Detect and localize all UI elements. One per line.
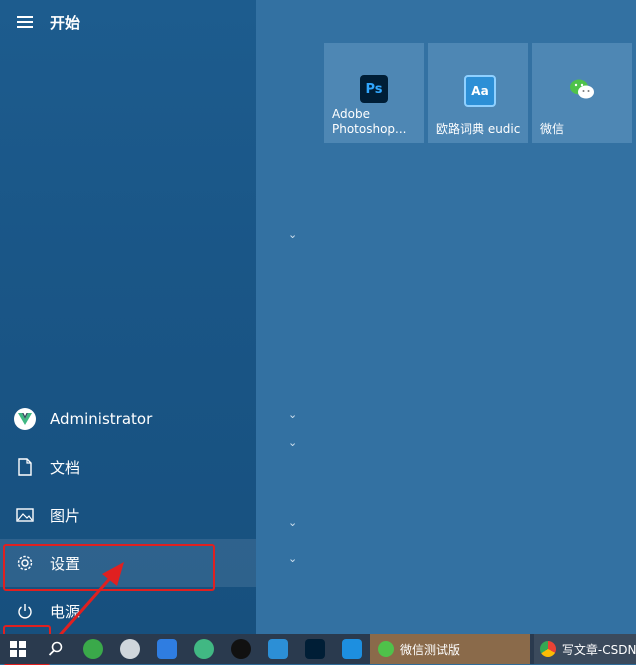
chevron-down-icon[interactable]: ⌄ <box>288 436 297 449</box>
app-taskbar-icon[interactable] <box>342 639 362 659</box>
settings-label: 设置 <box>50 554 81 573</box>
qq-icon[interactable] <box>231 639 251 659</box>
power-label: 电源 <box>50 602 81 621</box>
tile-label: 微信 <box>540 122 565 136</box>
power-item[interactable]: 电源 <box>0 587 256 635</box>
picture-icon <box>0 508 50 522</box>
user-avatar-icon <box>14 408 36 430</box>
chat-icon[interactable] <box>120 639 140 659</box>
windows-start-icon[interactable] <box>8 639 28 659</box>
start-left-pane: 开始 Administrator 文档 图片 设置 电源 <box>0 0 256 634</box>
menu-toggle[interactable]: 开始 <box>0 0 256 44</box>
tile-photoshop[interactable]: Ps Adobe Photoshop... <box>324 43 424 143</box>
app-icon[interactable] <box>157 639 177 659</box>
taskbar: 微信测试版 写文章-CSDN <box>0 634 636 664</box>
vue-icon[interactable] <box>194 639 214 659</box>
photoshop-icon: Ps <box>360 75 388 103</box>
browser-icon[interactable] <box>83 639 103 659</box>
taskbar-app-label: 微信测试版 <box>400 642 461 657</box>
chevron-down-icon[interactable]: ⌄ <box>288 408 297 421</box>
search-icon[interactable] <box>46 639 66 659</box>
power-icon <box>0 603 50 619</box>
chevron-down-icon[interactable]: ⌄ <box>288 552 297 565</box>
gear-icon <box>0 554 50 572</box>
taskbar-app-wechat[interactable]: 微信测试版 <box>370 634 530 664</box>
wechat-icon <box>378 641 394 657</box>
tile-label: Adobe Photoshop... <box>332 107 407 136</box>
eudic-icon: Aa <box>464 75 496 107</box>
documents-label: 文档 <box>50 458 81 477</box>
chevron-down-icon[interactable]: ⌄ <box>288 228 297 241</box>
tile-label: 欧路词典 eudic <box>436 122 521 136</box>
chevron-down-icon[interactable]: ⌄ <box>288 516 297 529</box>
document-icon <box>0 458 50 476</box>
pictures-label: 图片 <box>50 506 81 525</box>
chrome-icon <box>540 641 556 657</box>
start-menu: 开始 Administrator 文档 图片 设置 电源 Ps Adobe Ph… <box>0 0 636 634</box>
start-title: 开始 <box>50 13 81 32</box>
tile-eudic[interactable]: Aa 欧路词典 eudic <box>428 43 528 143</box>
eudic-taskbar-icon[interactable] <box>268 639 288 659</box>
taskbar-app-chrome[interactable]: 写文章-CSDN <box>534 634 636 664</box>
user-name: Administrator <box>50 410 153 428</box>
settings-item[interactable]: 设置 <box>0 539 256 587</box>
user-account[interactable]: Administrator <box>0 395 256 443</box>
taskbar-app-label: 写文章-CSDN <box>561 642 636 657</box>
wechat-icon <box>568 75 596 103</box>
photoshop-taskbar-icon[interactable] <box>305 639 325 659</box>
pictures-item[interactable]: 图片 <box>0 491 256 539</box>
hamburger-icon[interactable] <box>0 13 50 31</box>
documents-item[interactable]: 文档 <box>0 443 256 491</box>
tile-wechat[interactable]: 微信 <box>532 43 632 143</box>
